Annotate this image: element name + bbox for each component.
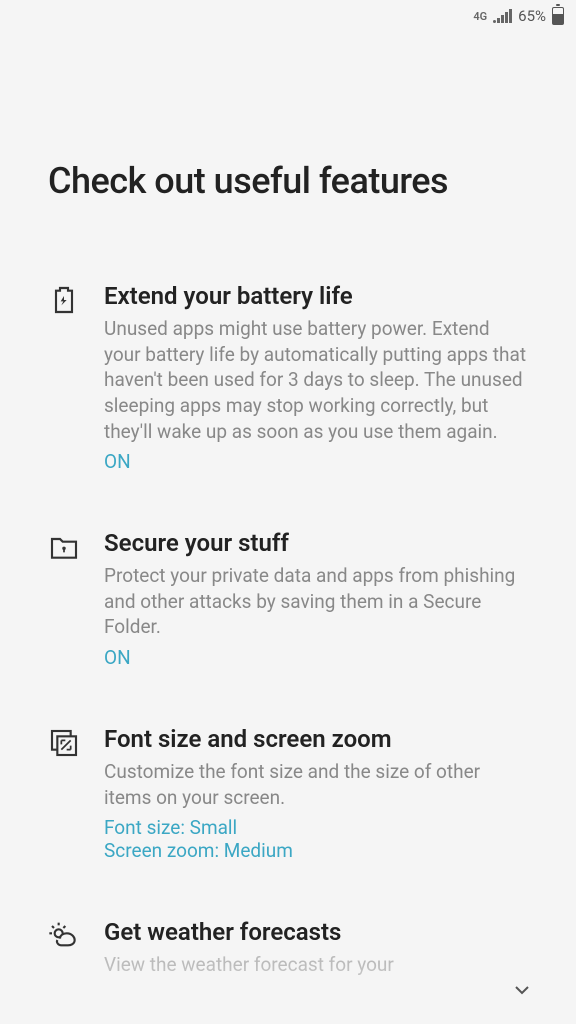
network-4g-icon: 4G (473, 9, 487, 24)
secure-folder-icon (48, 531, 80, 563)
status-bar: 4G 65% (0, 0, 576, 32)
feature-description: View the weather forecast for your (104, 952, 528, 978)
feature-description: Protect your private data and apps from … (104, 563, 528, 640)
feature-title: Font size and screen zoom (104, 725, 528, 753)
feature-status: ON (104, 646, 528, 669)
feature-title: Get weather forecasts (104, 918, 528, 946)
signal-icon (493, 9, 512, 23)
features-list: Extend your battery life Unused apps mig… (0, 222, 576, 978)
feature-battery[interactable]: Extend your battery life Unused apps mig… (48, 282, 528, 473)
weather-icon (48, 920, 80, 952)
feature-description: Unused apps might use battery power. Ext… (104, 316, 528, 444)
feature-secure-folder[interactable]: Secure your stuff Protect your private d… (48, 529, 528, 669)
feature-status: Font size: Small Screen zoom: Medium (104, 816, 528, 862)
feature-status: ON (104, 450, 528, 473)
battery-icon (552, 7, 564, 25)
battery-recycle-icon (48, 284, 80, 316)
feature-weather[interactable]: Get weather forecasts View the weather f… (48, 918, 528, 978)
scroll-down-button[interactable] (510, 978, 534, 1006)
font-zoom-icon (48, 727, 80, 759)
battery-percentage: 65% (518, 7, 546, 25)
page-title: Check out useful features (0, 32, 576, 222)
feature-description: Customize the font size and the size of … (104, 759, 528, 810)
feature-title: Extend your battery life (104, 282, 528, 310)
feature-title: Secure your stuff (104, 529, 528, 557)
feature-font-zoom[interactable]: Font size and screen zoom Customize the … (48, 725, 528, 862)
